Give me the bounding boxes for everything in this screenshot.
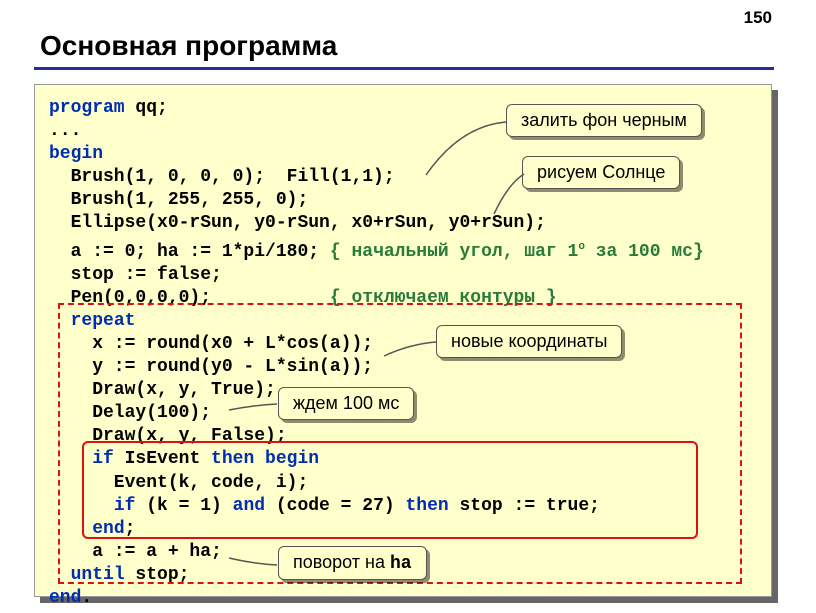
code-l11: x := round(x0 + L*cos(a)); [49,334,373,354]
kw-end2: end [49,588,81,608]
callout-fill-black: залить фон черным [506,104,702,137]
kw-repeat: repeat [71,311,136,331]
code-l18g: stop := true; [449,496,600,516]
code-l12: y := round(y0 - L*sin(a)); [49,357,373,377]
code-l21a [49,565,71,585]
kw-begin: begin [49,144,103,164]
code-l22b: . [81,588,92,608]
callout-draw-sun: рисуем Солнце [522,156,680,189]
code-l7c2: за 100 мс} [585,242,704,262]
code-l4: Brush(1, 0, 0, 0); Fill(1,1); [49,167,395,187]
page-number: 150 [744,8,772,28]
code-l18a [49,496,114,516]
kw-then-begin: then begin [211,449,319,469]
kw-program: program [49,98,125,118]
kw-until: until [71,565,125,585]
code-l1b: qq; [125,98,168,118]
code-l15: Draw(x, y, False); [49,426,287,446]
page-title: Основная программа [40,30,337,62]
kw-then: then [405,496,448,516]
code-l16a [49,449,92,469]
code-l16c: IsEvent [114,449,211,469]
callout-new-coords: новые координаты [436,325,622,358]
code-l13: Draw(x, y, True); [49,380,276,400]
code-l5: Brush(1, 255, 255, 0); [49,190,308,210]
kw-end: end [92,519,124,539]
code-l10a [49,311,71,331]
code-l17: Event(k, code, i); [49,473,308,493]
callout-rotate: поворот на ha [278,546,427,580]
code-l18e: (code = 27) [265,496,405,516]
code-l19a [49,519,92,539]
code-l18c: (k = 1) [135,496,232,516]
code-deg: o [578,241,585,253]
code-l19c: ; [125,519,136,539]
kw-and: and [233,496,265,516]
title-rule [34,67,774,70]
code-l9c: { отключаем контуры } [330,288,557,308]
code-l14: Delay(100); [49,403,211,423]
code-l9a: Pen(0,0,0,0); [49,288,330,308]
code-l2: ... [49,121,81,141]
code-l20: a := a + ha; [49,542,222,562]
callout-rotate-mono: ha [390,554,412,574]
code-l7c: { начальный угол, шаг 1 [330,242,578,262]
kw-if2: if [114,496,136,516]
code-l8: stop := false; [49,265,222,285]
kw-if: if [92,449,114,469]
callout-wait: ждем 100 мс [278,387,414,420]
code-l6: Ellipse(x0-rSun, y0-rSun, x0+rSun, y0+rS… [49,213,546,233]
code-l21c: stop; [125,565,190,585]
callout-rotate-pre: поворот на [293,552,390,572]
code-l7a: a := 0; ha := 1*pi/180; [49,242,330,262]
